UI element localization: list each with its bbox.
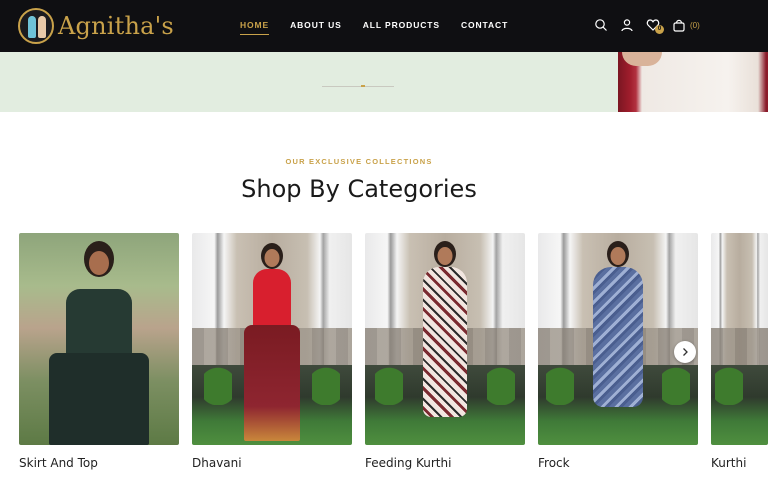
- category-label[interactable]: Dhavani: [192, 456, 352, 470]
- heart-icon[interactable]: 0: [646, 18, 664, 34]
- banner-image: [618, 52, 768, 112]
- category-card-feeding-kurthi[interactable]: Feeding Kurthi: [365, 233, 525, 470]
- category-image[interactable]: [19, 233, 179, 445]
- chevron-right-icon: [683, 348, 688, 356]
- user-icon[interactable]: [620, 18, 634, 32]
- nav-home[interactable]: HOME: [240, 20, 270, 35]
- category-card-kurthi[interactable]: Kurthi: [711, 233, 768, 470]
- category-card-skirt-and-top[interactable]: Skirt And Top: [19, 233, 179, 470]
- brand-logo[interactable]: Agnitha's: [18, 8, 174, 44]
- nav-contact[interactable]: CONTACT: [461, 20, 508, 35]
- category-card-dhavani[interactable]: Dhavani: [192, 233, 352, 470]
- category-image[interactable]: [192, 233, 352, 445]
- site-header: Agnitha's HOME ABOUT US ALL PRODUCTS CON…: [0, 0, 768, 52]
- logo-emblem-icon: [18, 8, 54, 44]
- category-label[interactable]: Kurthi: [711, 456, 768, 470]
- cart-count[interactable]: (0): [690, 21, 700, 30]
- bag-icon[interactable]: [672, 18, 686, 32]
- carousel-next-button[interactable]: [674, 341, 696, 363]
- banner-divider: [322, 86, 394, 87]
- section-eyebrow: OUR EXCLUSIVE COLLECTIONS: [285, 157, 433, 166]
- category-image[interactable]: [711, 233, 768, 445]
- category-label[interactable]: Skirt And Top: [19, 456, 179, 470]
- section-title: Shop By Categories: [241, 175, 477, 203]
- wishlist-count-badge: 0: [655, 25, 664, 34]
- slider-indicator[interactable]: [361, 85, 365, 87]
- category-label[interactable]: Frock: [538, 456, 698, 470]
- header-tools: 0 (0): [594, 18, 700, 34]
- category-image[interactable]: [365, 233, 525, 445]
- main-nav: HOME ABOUT US ALL PRODUCTS CONTACT: [240, 20, 529, 35]
- search-icon[interactable]: [594, 18, 608, 32]
- nav-all-products[interactable]: ALL PRODUCTS: [363, 20, 440, 35]
- category-label[interactable]: Feeding Kurthi: [365, 456, 525, 470]
- nav-about-us[interactable]: ABOUT US: [290, 20, 342, 35]
- hero-banner: [0, 52, 768, 112]
- brand-name: Agnitha's: [58, 12, 174, 40]
- category-image[interactable]: [538, 233, 698, 445]
